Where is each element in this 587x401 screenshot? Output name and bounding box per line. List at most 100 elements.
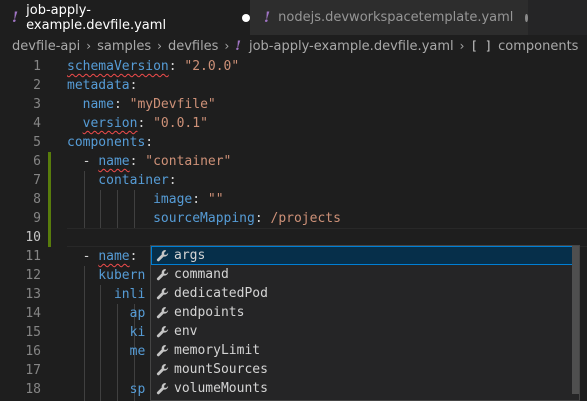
line-number: 15 (25, 325, 41, 340)
tab-bar: ! job-apply-example.devfile.yaml ! nodej… (0, 0, 587, 35)
unsaved-dot-icon[interactable] (242, 13, 250, 22)
yaml-key: name (67, 97, 114, 112)
array-symbol-icon: [ ] (470, 39, 493, 53)
line-number: 10 (25, 230, 41, 245)
wrench-icon (156, 363, 170, 377)
suggestion-label: endpoints (174, 305, 245, 320)
chevron-right-icon: › (459, 39, 465, 53)
code-text: ki (67, 323, 146, 342)
code-text: container: (67, 171, 177, 190)
yaml-punctuation: - (67, 154, 99, 169)
suggestion-item[interactable]: dedicatedPod (151, 284, 579, 303)
yaml-key: ki (67, 325, 146, 340)
yaml-value: "myDevfile" (129, 97, 216, 112)
yaml-key: image (67, 192, 193, 207)
yaml-punctuation: - (67, 249, 99, 264)
yaml-key: version (82, 116, 138, 131)
suggestion-label: dedicatedPod (174, 286, 268, 301)
tab-label: job-apply-example.devfile.yaml (26, 2, 167, 33)
line-number: 17 (25, 363, 41, 378)
yaml-key: name (98, 249, 130, 264)
suggestion-item[interactable]: volumeMounts (151, 379, 579, 398)
yaml-punctuation: : (192, 192, 208, 207)
yaml-punctuation: : (129, 154, 146, 169)
suggestion-item[interactable]: endpoints (151, 303, 579, 322)
line-number: 8 (33, 192, 41, 207)
yaml-punctuation: : (145, 135, 154, 150)
yaml-key: inli (67, 287, 146, 302)
line-number: 3 (33, 97, 41, 112)
code-line[interactable]: 5 components: (0, 133, 587, 152)
yaml-value: "2.0.0" (184, 59, 240, 74)
wrench-icon (156, 382, 170, 396)
yaml-key: ap (67, 306, 146, 321)
code-line[interactable]: 4 version: "0.0.1" (0, 114, 587, 133)
code-text: inli (67, 285, 145, 304)
code-text: me (67, 342, 146, 361)
suggestion-label: args (174, 248, 206, 263)
yaml-key: metadata (67, 78, 130, 93)
suggestion-item[interactable]: args (151, 246, 579, 265)
breadcrumb-item[interactable]: devfile-api (12, 39, 80, 54)
line-number: 6 (33, 154, 41, 169)
line-number: 2 (33, 78, 41, 93)
unsaved-dot-icon[interactable] (525, 13, 528, 22)
yaml-punctuation: : (168, 59, 185, 74)
code-text: metadata: (67, 76, 137, 95)
code-text: kubern (67, 266, 145, 285)
suggestion-item[interactable]: mountSources (151, 360, 579, 379)
yaml-key: me (67, 344, 146, 359)
code-text: name: "myDevfile" (67, 95, 216, 114)
wrench-icon (156, 344, 170, 358)
yaml-file-icon: ! (12, 9, 19, 26)
line-number: 16 (25, 344, 41, 359)
code-line[interactable]: 6 - name: "container" (0, 152, 587, 171)
code-line[interactable]: 7 container: (0, 171, 587, 190)
code-line[interactable]: 1 schemaVersion: "2.0.0" (0, 57, 587, 76)
suggestion-item[interactable]: memoryLimit (151, 341, 579, 360)
yaml-file-icon: ! (235, 38, 241, 54)
line-number: 1 (33, 59, 41, 74)
yaml-punctuation: : (137, 116, 154, 131)
suggestion-scrollbar[interactable] (572, 246, 579, 394)
breadcrumb-symbol[interactable]: components (498, 39, 578, 54)
yaml-punctuation: : (129, 78, 138, 93)
code-line[interactable]: 9 sourceMapping: /projects (0, 209, 587, 228)
code-text: ap (67, 304, 146, 323)
yaml-value: "0.0.1" (153, 116, 208, 131)
chevron-right-icon: › (224, 39, 230, 53)
breadcrumb-file[interactable]: job-apply-example.devfile.yaml (249, 39, 454, 54)
yaml-punctuation (67, 116, 83, 131)
line-number: 14 (25, 306, 41, 321)
breadcrumb-item[interactable]: devfiles (168, 39, 219, 54)
tab-label: nodejs.devworkspacetemplate.yaml (278, 10, 514, 25)
suggestion-label: command (174, 267, 229, 282)
line-number: 13 (25, 287, 41, 302)
suggestion-label: memoryLimit (174, 343, 261, 358)
tab-job-apply-example[interactable]: ! job-apply-example.devfile.yaml (0, 0, 250, 35)
line-number: 7 (33, 173, 41, 188)
code-text: components: (67, 133, 153, 152)
breadcrumb: devfile-api › samples › devfiles › ! job… (0, 35, 587, 57)
yaml-punctuation: : (254, 211, 271, 226)
suggestion-item[interactable]: env (151, 322, 579, 341)
yaml-key: kubern (67, 268, 146, 283)
chevron-right-icon: › (157, 39, 162, 53)
code-line[interactable]: 2 metadata: (0, 76, 587, 95)
tab-nodejs-devworkspacetemplate[interactable]: ! nodejs.devworkspacetemplate.yaml (250, 0, 528, 35)
breadcrumb-item[interactable]: samples (97, 39, 151, 54)
yaml-punctuation: : (113, 97, 130, 112)
code-line[interactable]: 8 image: "" (0, 190, 587, 209)
wrench-icon (156, 249, 170, 263)
suggestion-widget[interactable]: args command dedicatedPod endpoints env memor… (150, 245, 580, 401)
wrench-icon (156, 306, 170, 320)
yaml-file-icon: ! (264, 9, 271, 26)
yaml-key: sourceMapping (67, 211, 255, 226)
code-line[interactable]: 3 name: "myDevfile" (0, 95, 587, 114)
yaml-punctuation: : (168, 173, 177, 188)
code-text: image: "" (67, 190, 223, 209)
suggestion-label: env (174, 324, 198, 339)
suggestion-item[interactable]: command (151, 265, 579, 284)
wrench-icon (156, 325, 170, 339)
code-text: - name: "container" (67, 152, 232, 171)
